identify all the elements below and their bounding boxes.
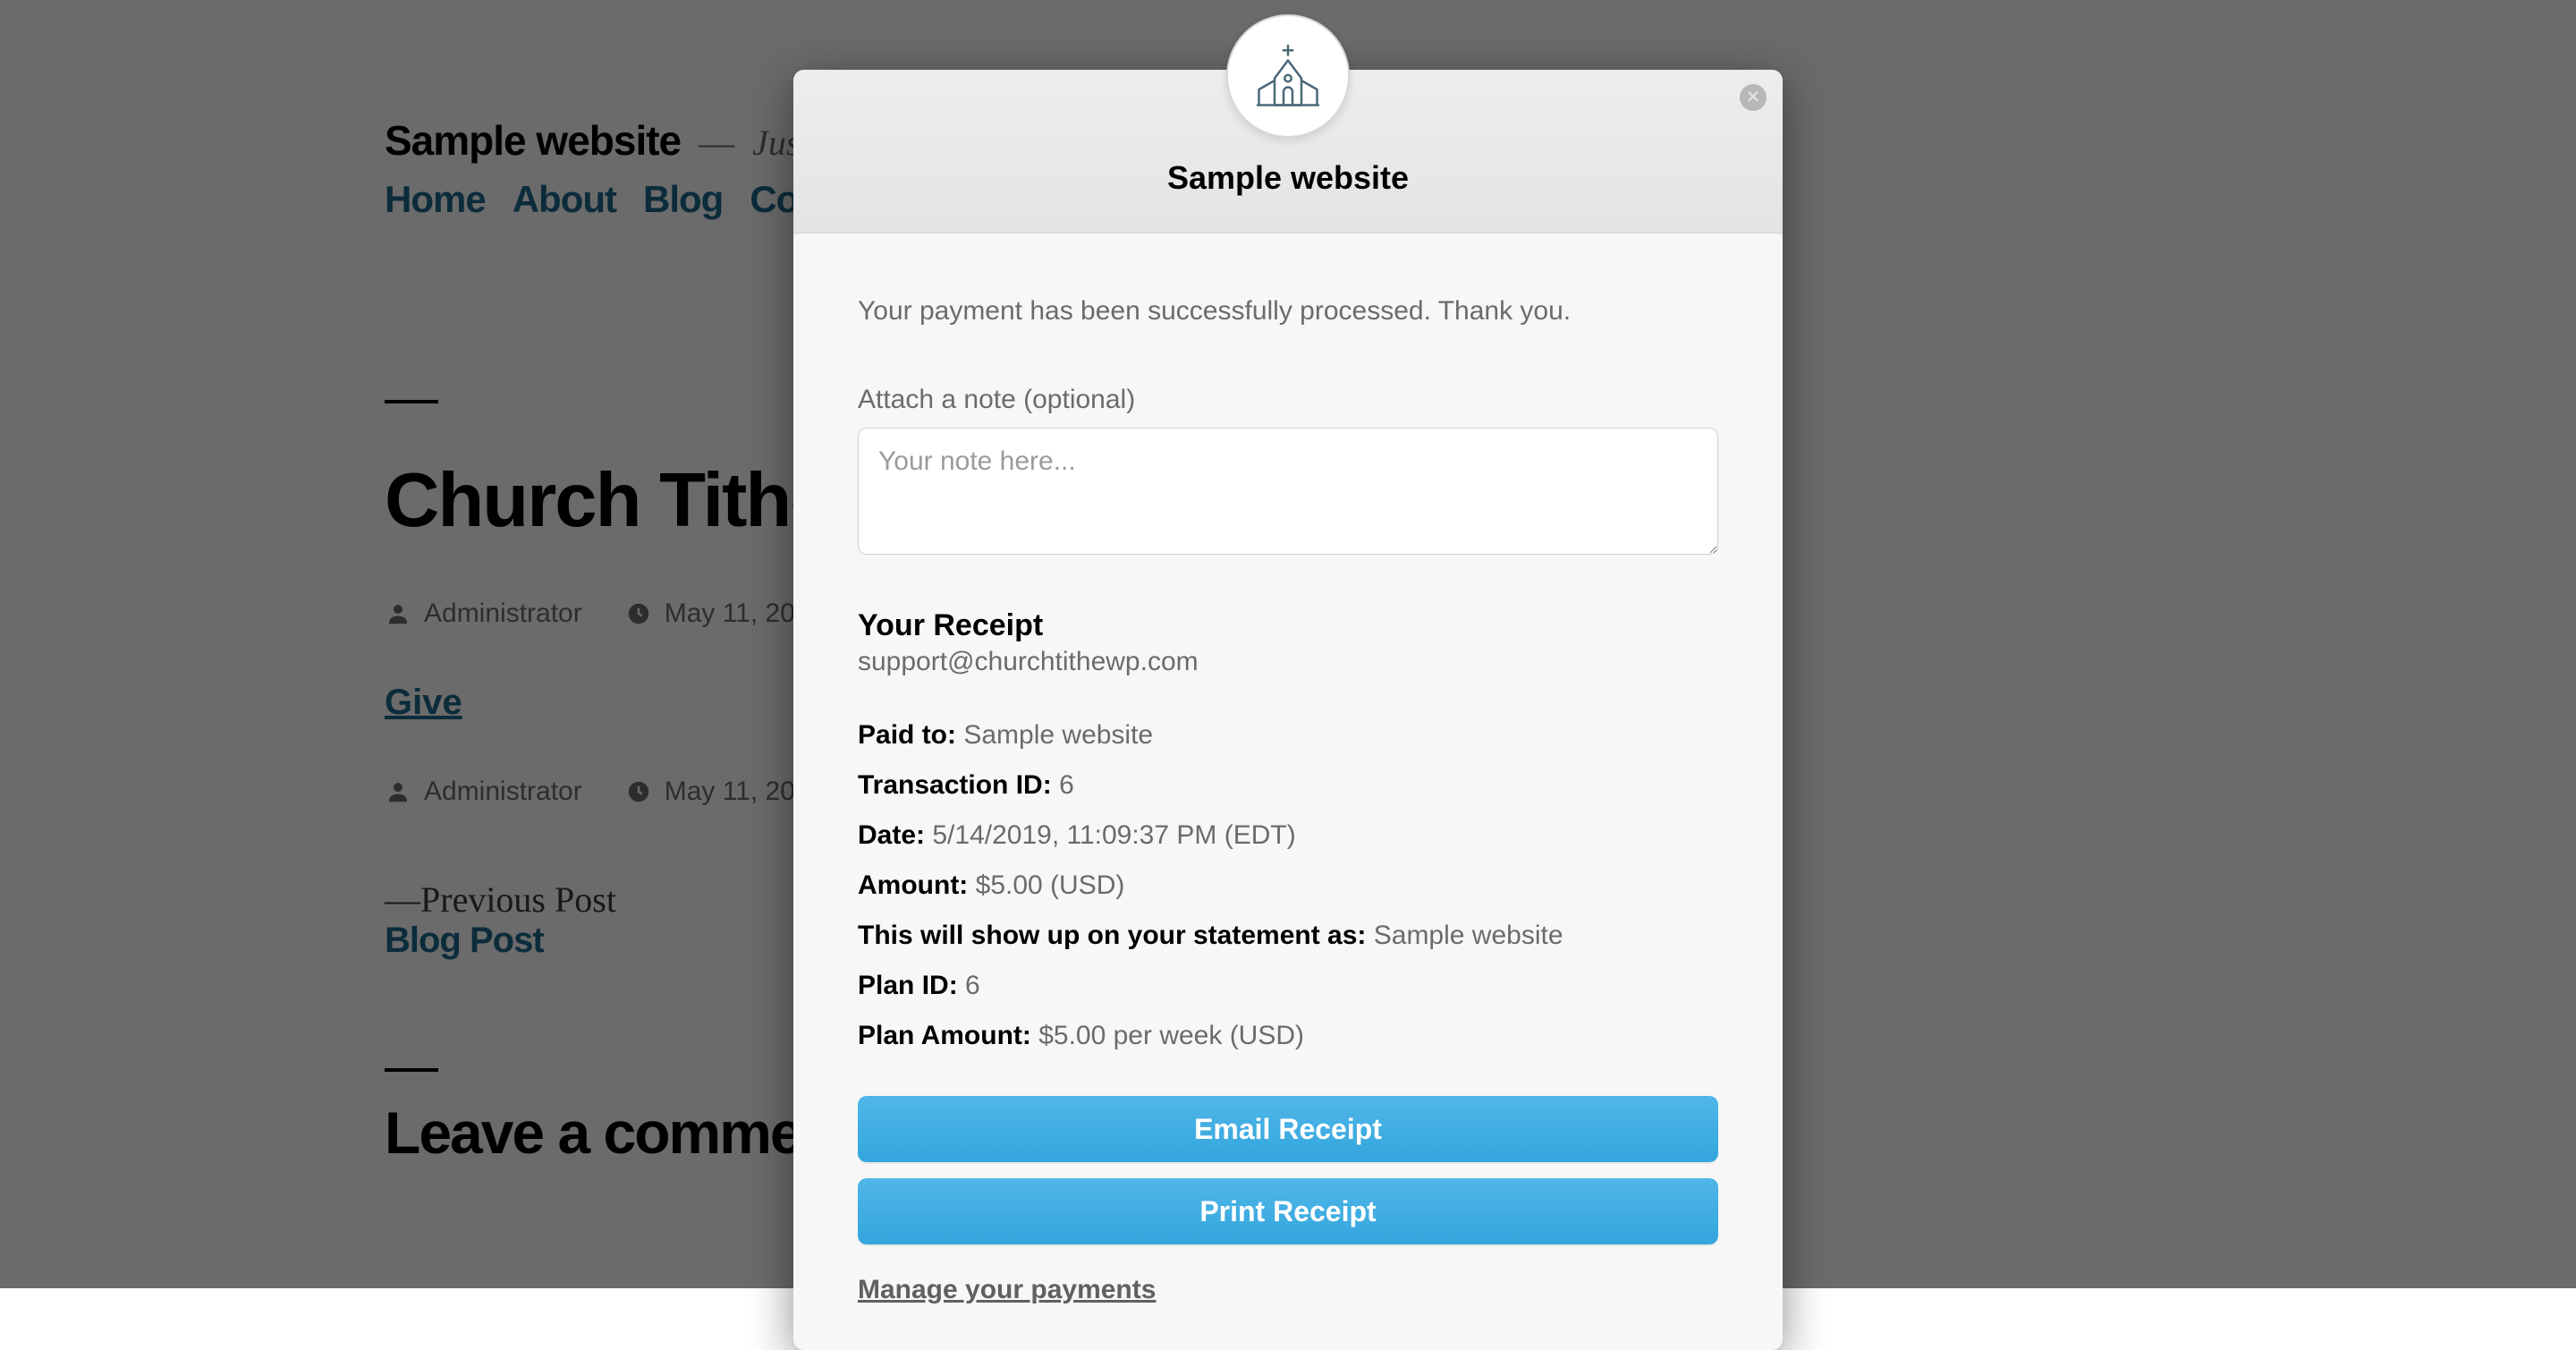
email-receipt-button[interactable]: Email Receipt — [858, 1096, 1718, 1162]
modal-overlay[interactable]: ✕ Sample website Your payment has been s… — [0, 0, 2576, 1288]
close-button[interactable]: ✕ — [1740, 84, 1767, 111]
receipt-date: Date: 5/14/2019, 11:09:37 PM (EDT) — [858, 820, 1718, 851]
receipt-paid-to: Paid to: Sample website — [858, 720, 1718, 751]
receipt-paid-to-key: Paid to: — [858, 720, 956, 750]
receipt-statement-key: This will show up on your statement as: — [858, 921, 1366, 950]
receipt-date-key: Date: — [858, 820, 925, 850]
receipt-modal: ✕ Sample website Your payment has been s… — [793, 70, 1783, 1350]
receipt-paid-to-val: Sample website — [963, 720, 1153, 750]
success-message: Your payment has been successfully proce… — [858, 296, 1718, 327]
manage-payments-link[interactable]: Manage your payments — [858, 1275, 1156, 1305]
receipt-statement-val: Sample website — [1374, 921, 1563, 950]
receipt-date-val: 5/14/2019, 11:09:37 PM (EDT) — [932, 820, 1295, 850]
receipt-amount-val: $5.00 (USD) — [976, 870, 1125, 900]
receipt-plan-amount-key: Plan Amount: — [858, 1021, 1031, 1050]
receipt-plan-id-key: Plan ID: — [858, 971, 958, 1000]
receipt-plan-amount-val: $5.00 per week (USD) — [1038, 1021, 1304, 1050]
receipt-amount-key: Amount: — [858, 870, 968, 900]
note-textarea[interactable] — [858, 428, 1718, 555]
receipt-statement: This will show up on your statement as: … — [858, 921, 1718, 951]
receipt-heading: Your Receipt — [858, 608, 1718, 643]
receipt-plan-id: Plan ID: 6 — [858, 971, 1718, 1001]
print-receipt-button[interactable]: Print Receipt — [858, 1178, 1718, 1244]
modal-body: Your payment has been successfully proce… — [793, 233, 1783, 1350]
receipt-amount: Amount: $5.00 (USD) — [858, 870, 1718, 901]
modal-title: Sample website — [793, 159, 1783, 197]
receipt-support-email: support@churchtithewp.com — [858, 647, 1718, 677]
close-icon: ✕ — [1746, 89, 1761, 106]
receipt-txn-id-key: Transaction ID: — [858, 770, 1052, 800]
receipt-plan-id-val: 6 — [965, 971, 980, 1000]
church-icon — [1252, 40, 1324, 112]
receipt-plan-amount: Plan Amount: $5.00 per week (USD) — [858, 1021, 1718, 1051]
receipt-txn-id-val: 6 — [1059, 770, 1074, 800]
note-label: Attach a note (optional) — [858, 385, 1718, 415]
church-logo — [1226, 14, 1350, 138]
receipt-txn-id: Transaction ID: 6 — [858, 770, 1718, 801]
